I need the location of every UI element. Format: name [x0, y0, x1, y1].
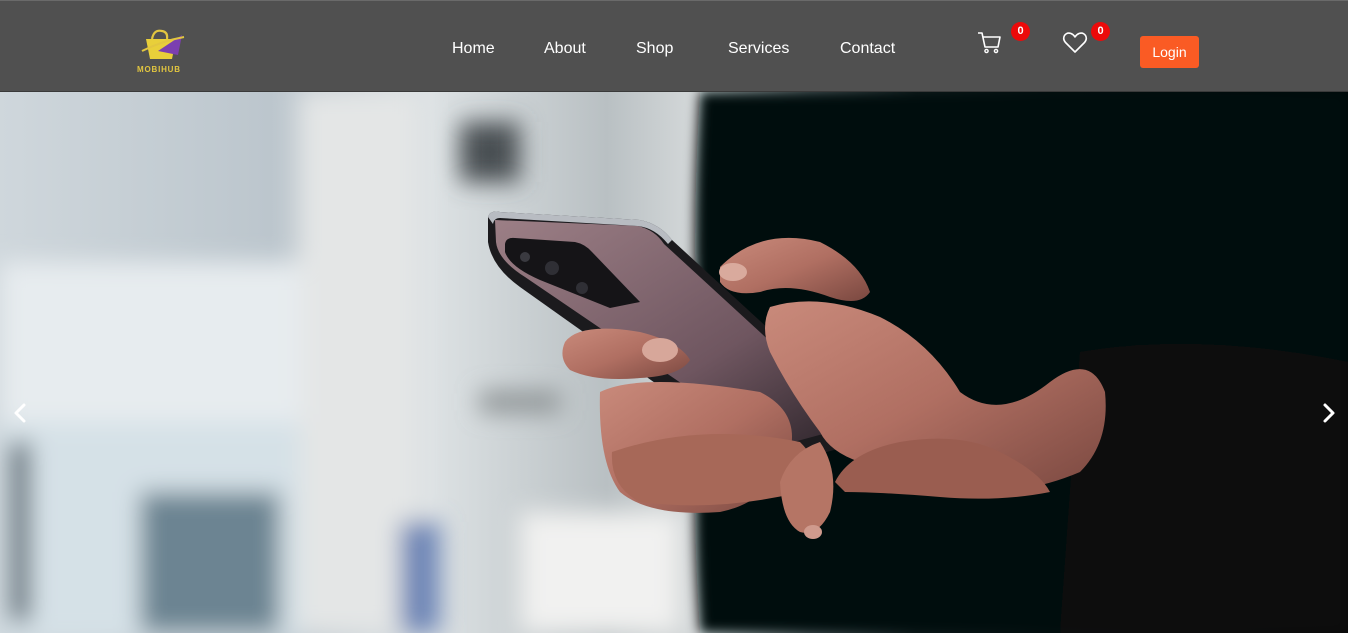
hero-carousel	[0, 92, 1348, 633]
carousel-next-button[interactable]	[1317, 398, 1341, 428]
carousel-prev-button[interactable]	[8, 398, 32, 428]
login-button[interactable]: Login	[1140, 36, 1199, 68]
brand-logo[interactable]: MOBIHUB	[132, 25, 192, 75]
hero-image-hand-holding-smartphone	[0, 92, 1348, 633]
nav-link-shop[interactable]: Shop	[636, 40, 673, 58]
top-navbar: MOBIHUB Home About Shop Services Contact…	[0, 0, 1348, 92]
nav-link-home[interactable]: Home	[452, 40, 495, 58]
brand-name: MOBIHUB	[137, 65, 181, 74]
chevron-left-icon	[14, 403, 26, 423]
wishlist-count-badge: 0	[1091, 22, 1110, 41]
nav-link-services[interactable]: Services	[728, 40, 789, 58]
heart-icon	[1062, 32, 1088, 53]
cart-count-badge: 0	[1011, 22, 1030, 41]
shopping-bag-logo-icon	[141, 29, 185, 59]
chevron-right-icon	[1323, 403, 1335, 423]
cart-button[interactable]	[977, 30, 1003, 56]
nav-link-about[interactable]: About	[544, 40, 586, 58]
cart-icon	[978, 32, 1001, 54]
wishlist-button[interactable]	[1062, 30, 1088, 56]
nav-link-contact[interactable]: Contact	[840, 40, 895, 58]
